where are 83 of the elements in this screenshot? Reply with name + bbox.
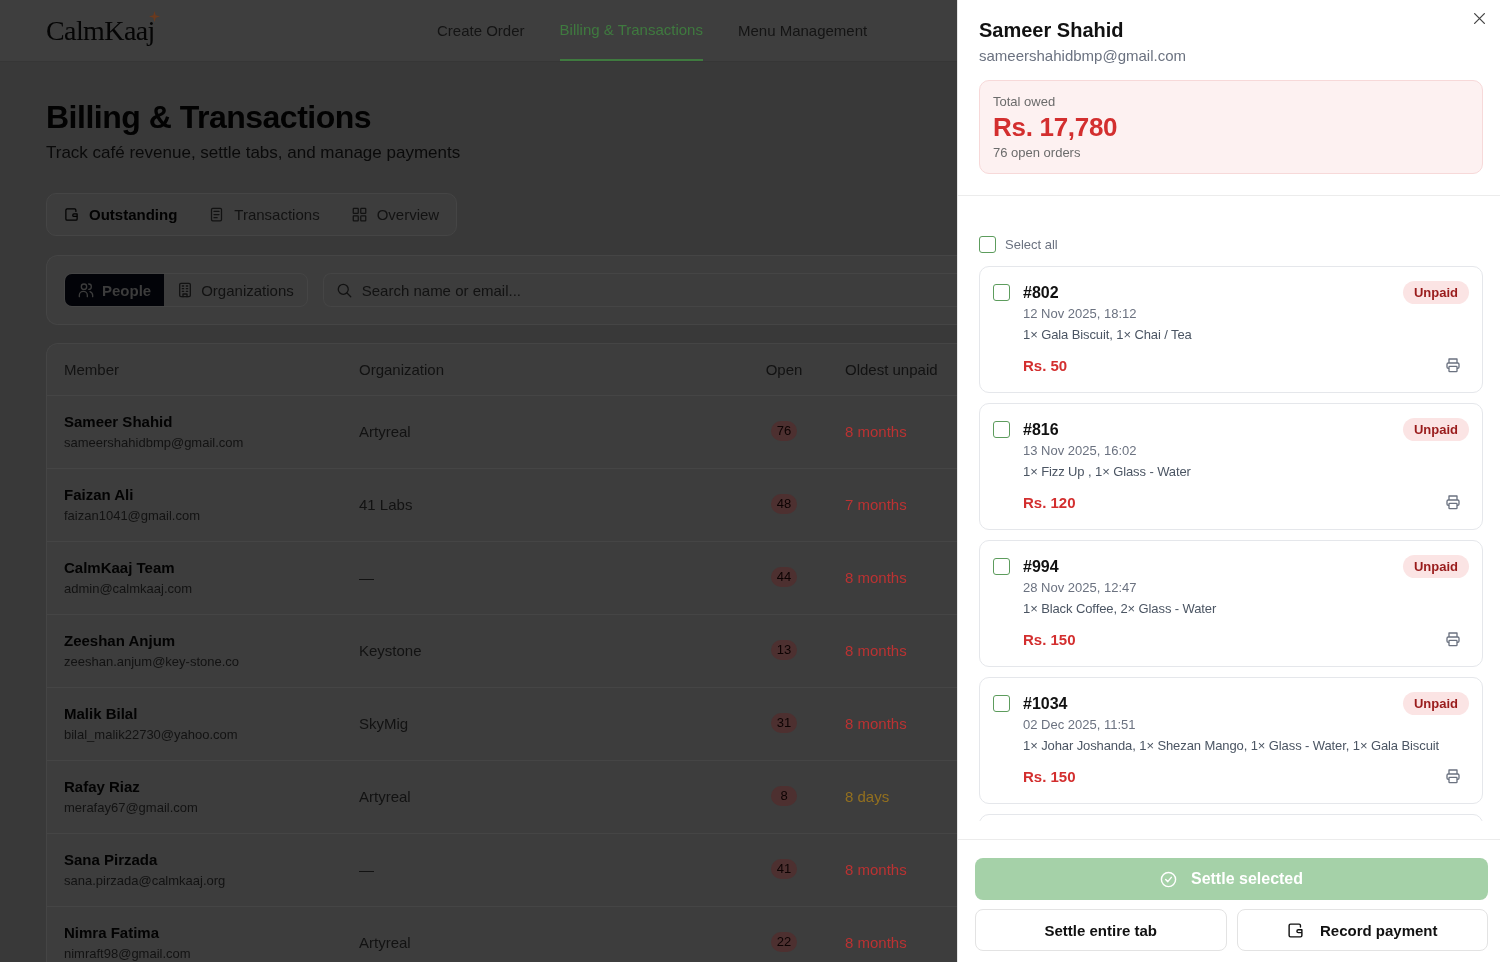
open-count-badge: 48	[770, 494, 798, 514]
order-checkbox[interactable]	[993, 695, 1010, 712]
order-amount: Rs. 150	[1023, 767, 1076, 785]
sparkle-icon	[148, 11, 160, 22]
order-number: #1034	[1023, 694, 1068, 713]
brand-logo[interactable]: CalmKaaj	[46, 16, 155, 45]
people-icon	[78, 282, 94, 298]
order-checkbox[interactable]	[993, 421, 1010, 438]
order-checkbox[interactable]	[993, 558, 1010, 575]
order-date: 02 Dec 2025, 11:51	[1023, 716, 1137, 734]
page-title: Billing & Transactions	[46, 98, 372, 136]
order-date: 12 Nov 2025, 18:12	[1023, 305, 1138, 323]
print-button[interactable]	[1445, 768, 1461, 784]
oldest-unpaid-cell: 7 months	[845, 495, 907, 513]
search-icon	[336, 283, 352, 298]
order-checkbox[interactable]	[993, 284, 1010, 301]
order-items: 1× Gala Biscuit, 1× Chai / Tea	[1023, 326, 1193, 344]
member-name[interactable]: CalmKaaj Team	[64, 558, 175, 578]
order-amount: Rs. 50	[1023, 356, 1068, 374]
open-count-badge: 44	[770, 567, 798, 587]
oldest-unpaid-cell: 8 months	[845, 933, 907, 951]
member-name[interactable]: Rafay Riaz	[64, 777, 140, 797]
open-count-badge: 8	[771, 786, 797, 806]
member-name[interactable]: Zeeshan Anjum	[64, 631, 176, 651]
status-badge: Unpaid	[1402, 555, 1469, 578]
order-date: 28 Nov 2025, 12:47	[1023, 579, 1138, 597]
total-owed-label: Total owed	[993, 93, 1057, 111]
document-icon	[209, 207, 225, 222]
print-button[interactable]	[1445, 631, 1461, 647]
open-count-badge: 41	[770, 859, 798, 879]
oldest-unpaid-cell: 8 months	[845, 422, 907, 440]
member-name[interactable]: Malik Bilal	[64, 704, 138, 724]
open-count-badge: 22	[770, 932, 798, 952]
customer-name: Sameer Shahid	[979, 18, 1124, 42]
organization-cell: —	[359, 860, 374, 878]
organization-cell: —	[359, 568, 374, 586]
close-icon	[1473, 12, 1486, 25]
status-badge: Unpaid	[1402, 692, 1469, 715]
status-badge: Unpaid	[1402, 418, 1469, 441]
order-number: #994	[1023, 557, 1059, 576]
member-name[interactable]: Faizan Ali	[64, 485, 134, 505]
oldest-unpaid-cell: 8 months	[845, 714, 907, 732]
member-name[interactable]: Nimra Fatima	[64, 923, 160, 943]
wallet-icon	[64, 207, 79, 222]
oldest-unpaid-cell: 8 days	[845, 787, 890, 805]
select-all-checkbox[interactable]	[979, 235, 996, 253]
oldest-unpaid-cell: 8 months	[845, 860, 907, 878]
member-name[interactable]: Sana Pirzada	[64, 850, 158, 870]
order-items: 1× Black Coffee, 2× Glass - Water	[1023, 600, 1218, 618]
nav-link[interactable]: Billing & Transactions	[559, 0, 703, 61]
printer-icon	[1445, 357, 1461, 373]
check-circle-icon	[1159, 870, 1177, 888]
segment-button[interactable]: People	[65, 274, 165, 306]
building-icon	[177, 282, 194, 298]
wallet-icon	[1286, 921, 1304, 939]
total-owed-amount: Rs. 17,780	[993, 112, 1119, 142]
printer-icon	[1445, 494, 1461, 510]
status-badge: Unpaid	[1402, 281, 1469, 304]
order-number: #802	[1023, 283, 1059, 302]
action-button[interactable]: Settle entire tab	[975, 909, 1227, 951]
customer-email: sameershahidbmp@gmail.com	[979, 46, 1187, 66]
select-all-label[interactable]: Select all	[1005, 236, 1058, 252]
action-button[interactable]: Record payment	[1236, 909, 1488, 951]
print-button[interactable]	[1445, 357, 1461, 373]
order-items: 1× Johar Joshanda, 1× Shezan Mango, 1× Glass - Water, 1× Gala Biscuit	[1023, 737, 1441, 755]
order-amount: Rs. 120	[1023, 493, 1076, 511]
order-amount: Rs. 150	[1023, 630, 1076, 648]
open-orders-count: 76 open orders	[993, 144, 1082, 162]
print-button[interactable]	[1445, 494, 1461, 510]
order-items: 1× Fizz Up , 1× Glass - Water	[1023, 463, 1192, 481]
open-count-badge: 13	[770, 640, 798, 660]
printer-icon	[1445, 631, 1461, 647]
open-count-badge: 31	[770, 713, 798, 733]
grid-icon	[351, 207, 367, 222]
printer-icon	[1445, 768, 1461, 784]
order-number: #816	[1023, 420, 1059, 439]
oldest-unpaid-cell: 8 months	[845, 641, 907, 659]
member-name[interactable]: Sameer Shahid	[64, 412, 173, 432]
close-button[interactable]	[1473, 12, 1486, 25]
open-count-badge: 76	[770, 421, 798, 441]
order-date: 13 Nov 2025, 16:02	[1023, 442, 1138, 460]
oldest-unpaid-cell: 8 months	[845, 568, 907, 586]
view-tab[interactable]: Outstanding	[50, 197, 192, 232]
